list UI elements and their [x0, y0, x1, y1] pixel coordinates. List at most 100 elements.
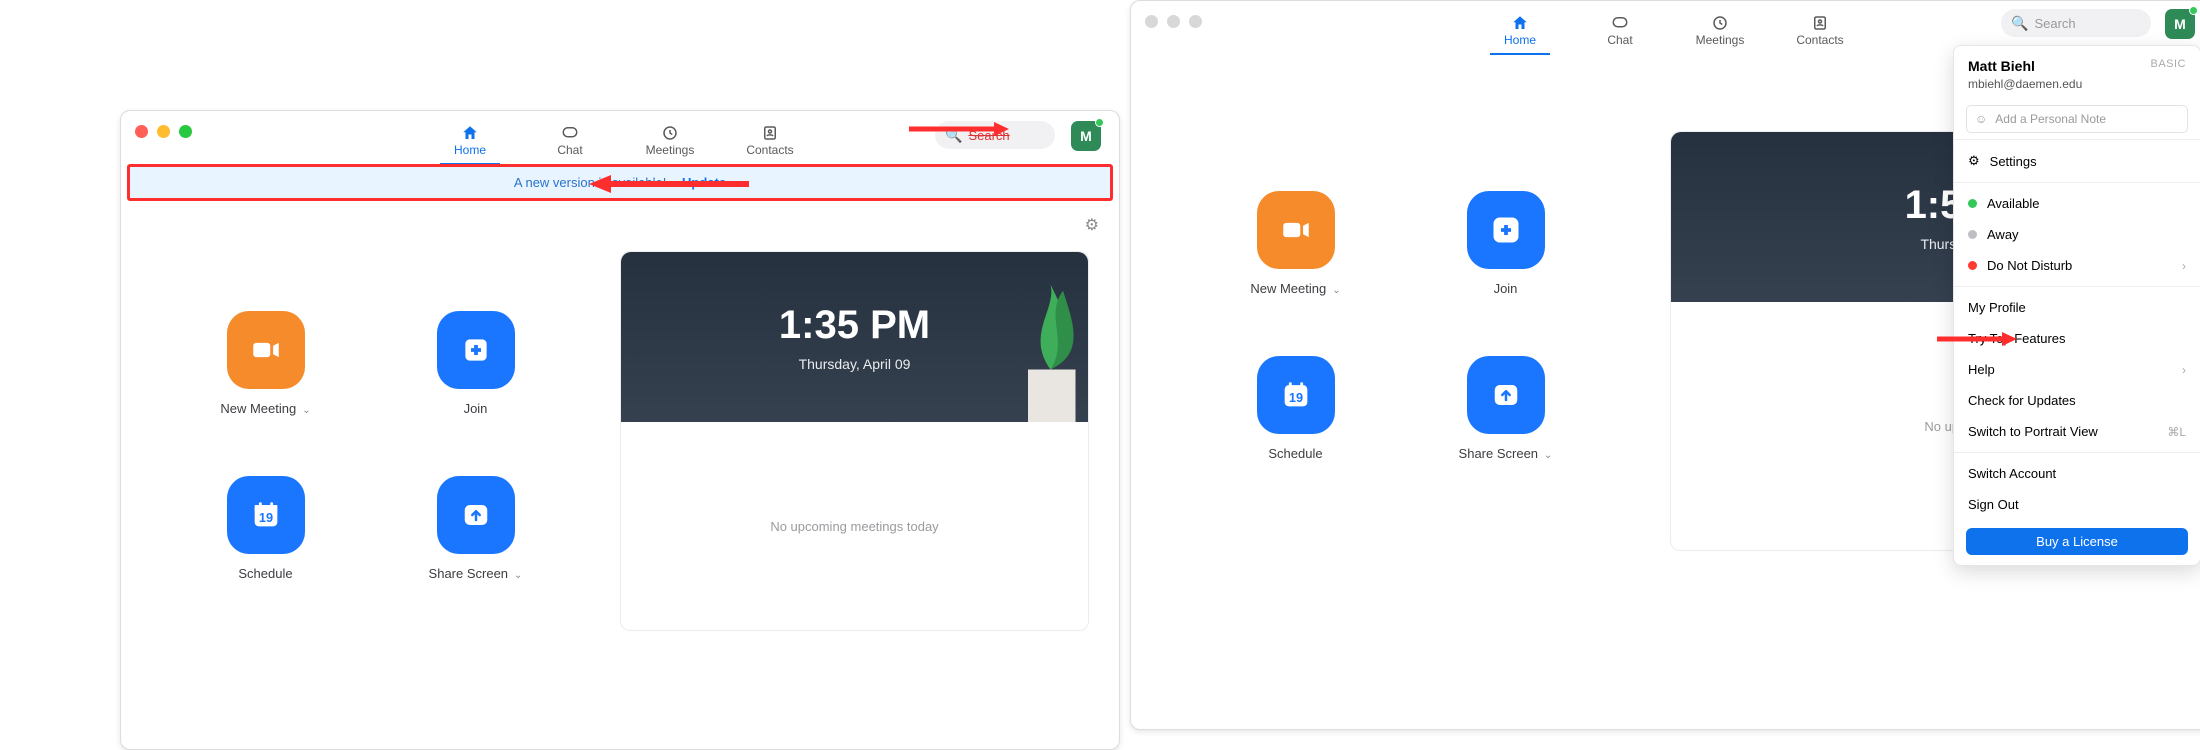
menu-sign-out-label: Sign Out [1968, 497, 2019, 512]
menu-header: BASIC Matt Biehl mbiehl@daemen.edu [1954, 46, 2200, 99]
status-dnd-label: Do Not Disturb [1987, 258, 2072, 273]
gear-icon: ⚙ [1968, 153, 1980, 169]
nav-chat[interactable]: Chat [540, 119, 600, 165]
presence-indicator [2189, 6, 2198, 15]
status-dnd[interactable]: Do Not Disturb › [1954, 250, 2200, 281]
tile-join[interactable]: Join [416, 311, 536, 416]
menu-settings[interactable]: ⚙ Settings [1954, 145, 2200, 177]
menu-my-profile[interactable]: My Profile [1954, 292, 2200, 323]
nav-chat[interactable]: Chat [1590, 9, 1650, 55]
menu-portrait[interactable]: Switch to Portrait View ⌘L [1954, 416, 2200, 447]
chevron-down-icon: ⌄ [1332, 285, 1340, 296]
clock-icon [661, 123, 679, 143]
user-email: mbiehl@daemen.edu [1968, 77, 2186, 91]
nav-meetings[interactable]: Meetings [1690, 9, 1750, 55]
nav-home-label: Home [1504, 33, 1536, 47]
zoom-window-right: Home Chat Meetings Contacts [1130, 0, 2200, 730]
tile-schedule[interactable]: 19 Schedule [1236, 356, 1356, 461]
share-icon [437, 476, 515, 554]
home-icon [1511, 13, 1529, 33]
tile-share-screen[interactable]: Share Screen ⌄ [416, 476, 536, 581]
menu-sign-out[interactable]: Sign Out [1954, 489, 2200, 520]
tile-new-meeting[interactable]: New Meeting⌄ [206, 311, 326, 416]
nav-home-label: Home [454, 143, 486, 157]
tile-share-label: Share Screen [429, 566, 509, 581]
update-link[interactable]: Update [682, 175, 726, 190]
main-content: New Meeting⌄ Join 19 Schedule Share Scre… [121, 251, 1119, 749]
svg-text:19: 19 [258, 510, 272, 525]
video-icon [1257, 191, 1335, 269]
tile-join-label: Join [464, 401, 488, 416]
card-header: 1:35 PM Thursday, April 09 [621, 252, 1088, 422]
menu-separator [1954, 286, 2200, 287]
nav-items: Home Chat Meetings Contacts [1490, 9, 1850, 55]
action-tiles: New Meeting ⌄ Join 19 Schedule Share Scre… [1131, 71, 1670, 729]
menu-help[interactable]: Help › [1954, 354, 2200, 385]
menu-switch-account[interactable]: Switch Account [1954, 458, 2200, 489]
personal-note-input[interactable]: ☺ Add a Personal Note [1966, 105, 2188, 133]
calendar-icon: 19 [227, 476, 305, 554]
settings-gear-icon[interactable]: ⚙ [1085, 215, 1099, 235]
search-input[interactable]: 🔍 Search [2001, 9, 2151, 37]
tile-share-label: Share Screen [1459, 446, 1539, 461]
nav-contacts-label: Contacts [746, 143, 793, 157]
nav-meetings-label: Meetings [646, 143, 695, 157]
nav-items: Home Chat Meetings Contacts [440, 119, 800, 165]
menu-separator [1954, 182, 2200, 183]
status-away-label: Away [1987, 227, 2019, 242]
card-body: No upcoming meetings today [621, 422, 1088, 630]
profile-avatar[interactable]: M [2165, 9, 2195, 39]
chevron-down-icon: ⌄ [514, 570, 522, 581]
status-dot-gray [1968, 230, 1977, 239]
tile-join-label: Join [1494, 281, 1518, 296]
status-away[interactable]: Away [1954, 219, 2200, 250]
tile-schedule-label: Schedule [1268, 446, 1322, 461]
tile-schedule[interactable]: 19 Schedule [206, 476, 326, 581]
menu-try-top[interactable]: Try Top Features [1954, 323, 2200, 354]
chevron-right-icon: › [2182, 259, 2186, 273]
shortcut-text: ⌘L [2167, 425, 2186, 439]
tile-schedule-label: Schedule [238, 566, 292, 581]
menu-my-profile-label: My Profile [1968, 300, 2026, 315]
status-available[interactable]: Available [1954, 188, 2200, 219]
nav-meetings-label: Meetings [1696, 33, 1745, 47]
profile-avatar[interactable]: M [1071, 121, 1101, 151]
smiley-icon: ☺ [1975, 112, 1987, 126]
no-meetings-text: No upcoming meetings today [770, 519, 938, 534]
tile-new-meeting-label: New Meeting [1250, 281, 1326, 296]
search-placeholder: Search [968, 128, 1009, 143]
tile-join[interactable]: Join [1446, 191, 1566, 296]
nav-home[interactable]: Home [440, 119, 500, 165]
search-placeholder: Search [2034, 16, 2075, 31]
note-placeholder: Add a Personal Note [1995, 112, 2106, 126]
presence-indicator [1095, 118, 1104, 127]
svg-text:19: 19 [1288, 390, 1302, 405]
clock-icon [1711, 13, 1729, 33]
status-dot-red [1968, 261, 1977, 270]
nav-meetings[interactable]: Meetings [640, 119, 700, 165]
status-available-label: Available [1987, 196, 2040, 211]
menu-check-updates-label: Check for Updates [1968, 393, 2076, 408]
nav-contacts[interactable]: Contacts [1790, 9, 1850, 55]
zoom-window-left: Home Chat Meetings Contacts [120, 110, 1120, 750]
plan-badge: BASIC [2150, 58, 2186, 70]
nav-contacts[interactable]: Contacts [740, 119, 800, 165]
search-input[interactable]: 🔍 Search [935, 121, 1055, 149]
search-icon: 🔍 [2011, 15, 2028, 32]
buy-license-button[interactable]: Buy a License [1966, 528, 2188, 555]
nav-home[interactable]: Home [1490, 9, 1550, 55]
profile-menu: BASIC Matt Biehl mbiehl@daemen.edu ☺ Add… [1953, 45, 2200, 566]
menu-portrait-label: Switch to Portrait View [1968, 424, 2098, 439]
chevron-down-icon: ⌄ [1544, 450, 1552, 461]
menu-separator [1954, 452, 2200, 453]
home-icon [461, 123, 479, 143]
avatar-initial: M [1080, 128, 1092, 144]
upcoming-panel: 1:35 PM Thursday, April 09 No upcoming m… [620, 251, 1119, 749]
nav-contacts-label: Contacts [1796, 33, 1843, 47]
action-tiles: New Meeting⌄ Join 19 Schedule Share Scre… [121, 251, 620, 749]
tile-share-screen[interactable]: Share Screen ⌄ [1446, 356, 1566, 461]
nav-chat-label: Chat [1607, 33, 1632, 47]
tile-new-meeting[interactable]: New Meeting ⌄ [1236, 191, 1356, 296]
menu-check-updates[interactable]: Check for Updates [1954, 385, 2200, 416]
contacts-icon [1811, 13, 1829, 33]
